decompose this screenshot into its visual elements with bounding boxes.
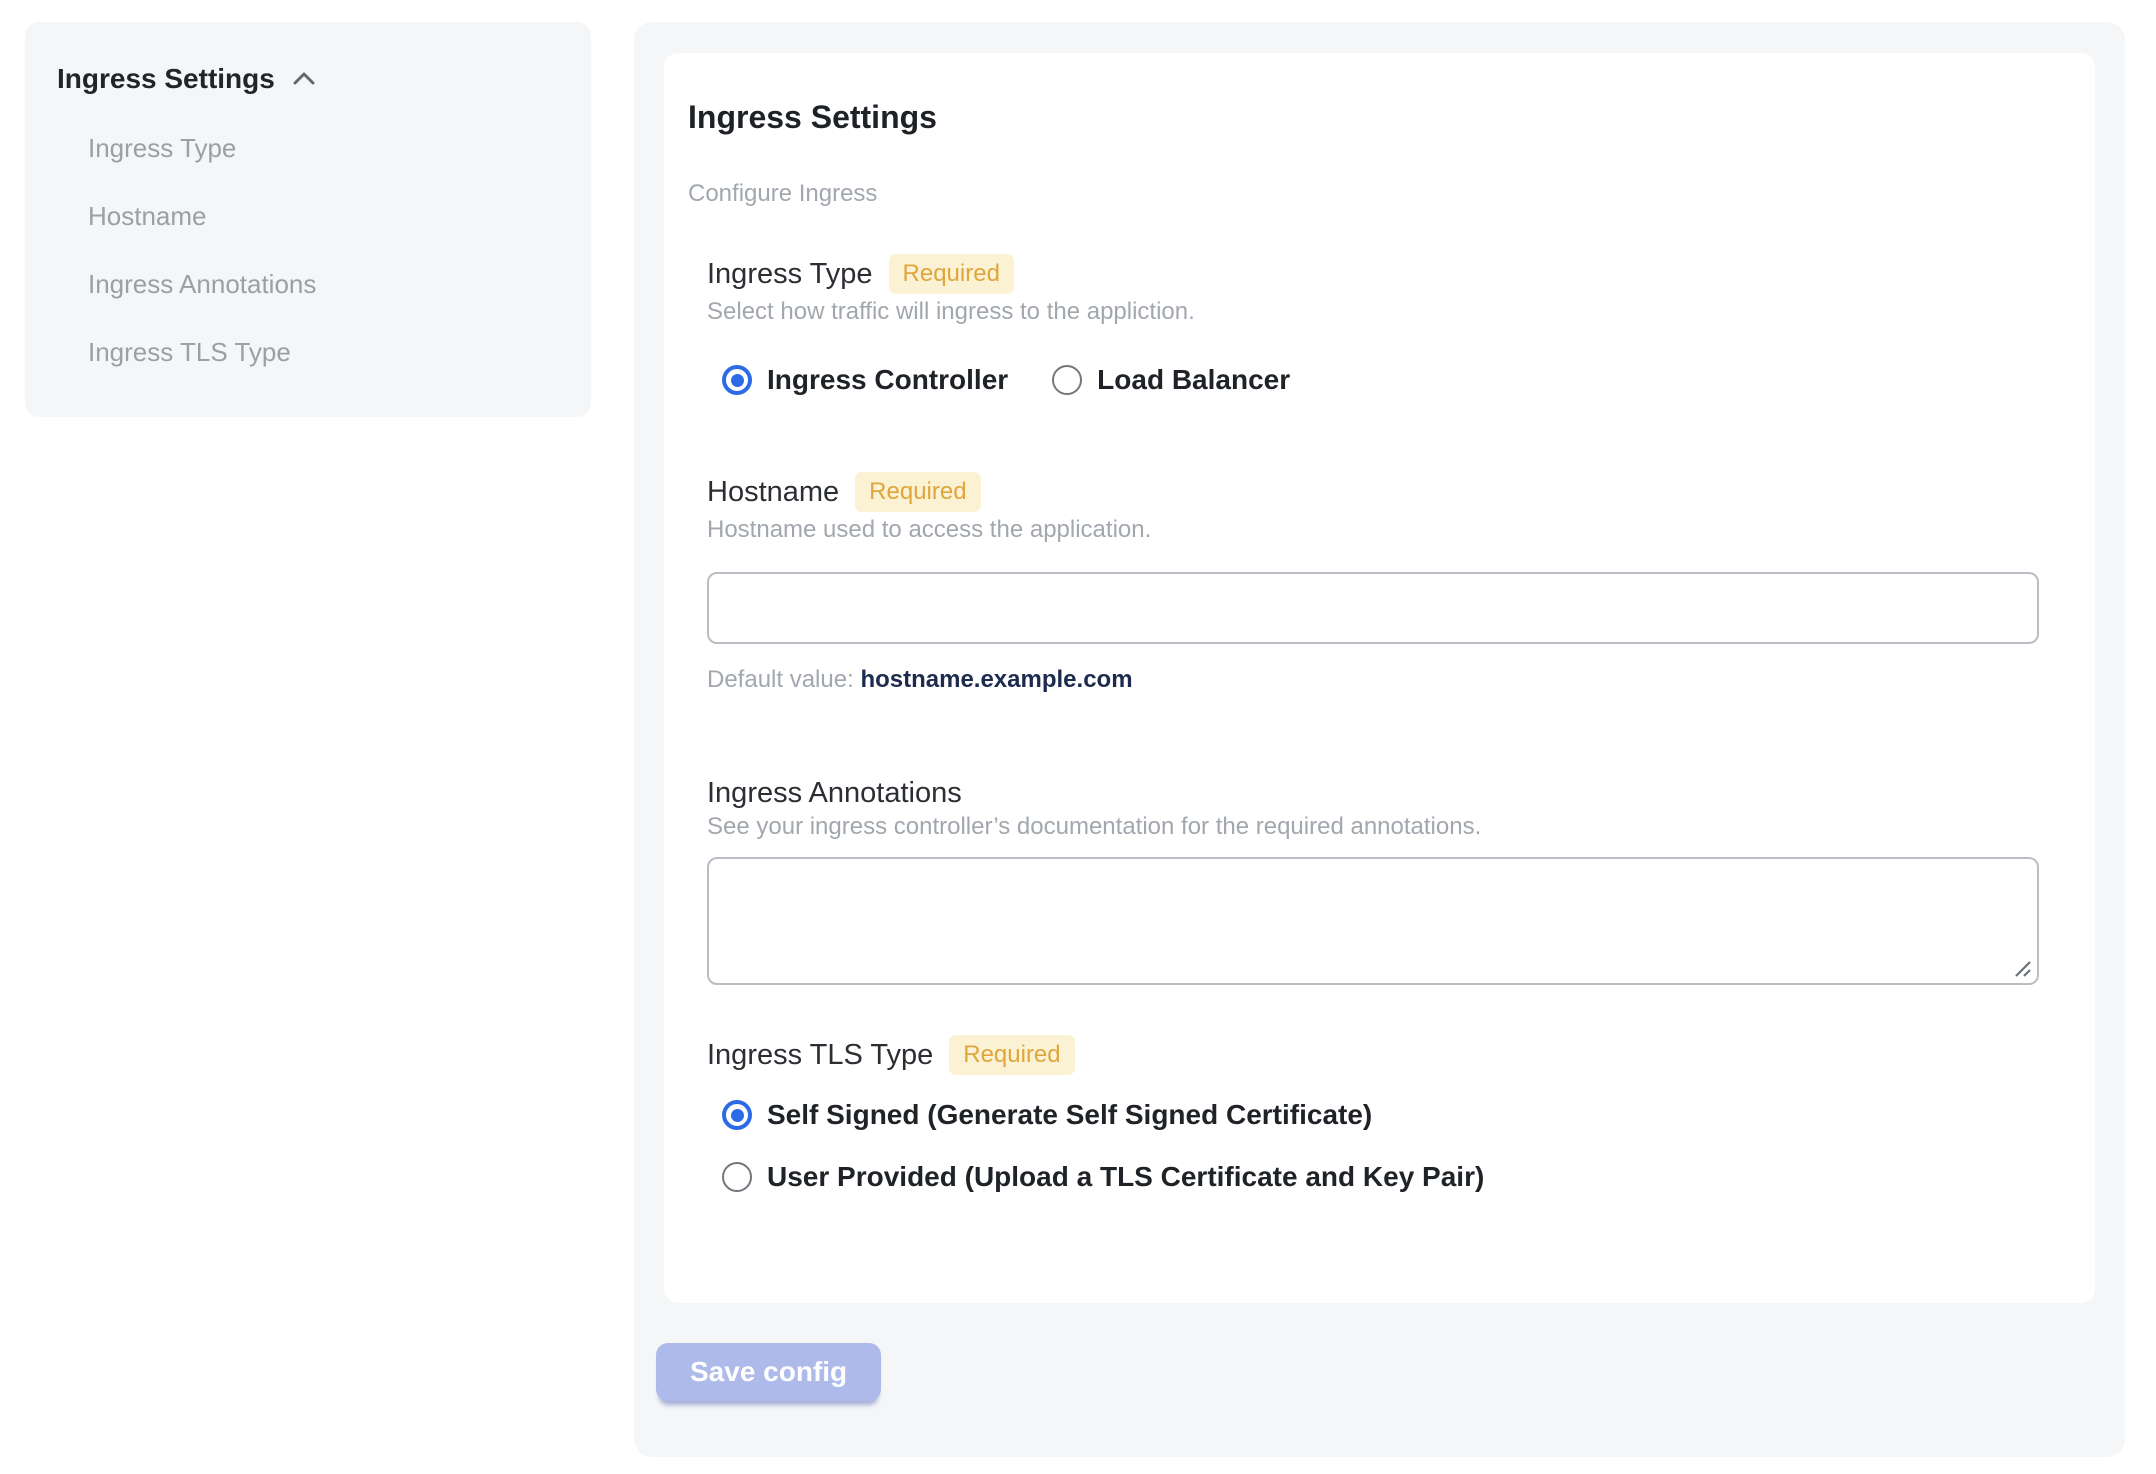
ingress-type-radio-group: Ingress Controller Load Balancer xyxy=(722,364,2059,396)
page-title: Ingress Settings xyxy=(688,99,937,135)
sidebar-item-hostname[interactable]: Hostname xyxy=(88,201,559,231)
hostname-label: Hostname xyxy=(707,476,840,508)
hostname-default-line: Default value: hostname.example.com xyxy=(707,666,2059,694)
sidebar-item-ingress-type[interactable]: Ingress Type xyxy=(88,133,559,163)
ingress-tls-type-radio-group: Self Signed (Generate Self Signed Certif… xyxy=(722,1099,2059,1193)
radio-load-balancer-label: Load Balancer xyxy=(1097,364,1291,395)
default-value-label: Default value: xyxy=(707,666,854,693)
ingress-type-label: Ingress Type xyxy=(707,258,873,290)
ingress-annotations-description: See your ingress controller’s documentat… xyxy=(707,813,1482,840)
hostname-input[interactable] xyxy=(707,572,2039,644)
hostname-description: Hostname used to access the application. xyxy=(707,516,1152,543)
section-ingress-type: Ingress Type Required Select how traffic… xyxy=(707,254,2059,396)
chevron-up-icon xyxy=(293,72,315,85)
radio-load-balancer[interactable]: Load Balancer xyxy=(1052,364,1290,396)
radio-ingress-controller-label: Ingress Controller xyxy=(767,364,1009,395)
ingress-settings-panel: Ingress Settings Configure Ingress Ingre… xyxy=(634,22,2125,1457)
radio-icon xyxy=(722,365,752,395)
radio-self-signed-label: Self Signed (Generate Self Signed Certif… xyxy=(767,1099,1373,1130)
ingress-type-description: Select how traffic will ingress to the a… xyxy=(707,298,1195,325)
required-badge: Required xyxy=(949,1035,1075,1075)
sidebar-item-ingress-tls-type[interactable]: Ingress TLS Type xyxy=(88,337,559,367)
resize-handle-icon[interactable] xyxy=(2011,957,2033,979)
section-ingress-tls-type: Ingress TLS Type Required Self Signed (G… xyxy=(707,1035,2059,1193)
radio-icon xyxy=(1052,365,1083,395)
radio-user-provided[interactable]: User Provided (Upload a TLS Certificate … xyxy=(722,1161,2059,1193)
page: Ingress Settings Ingress Type Hostname I… xyxy=(0,0,2156,1474)
ingress-settings-sidebar: Ingress Settings Ingress Type Hostname I… xyxy=(25,22,591,417)
sidebar-item-list: Ingress Type Hostname Ingress Annotation… xyxy=(88,133,559,367)
radio-self-signed[interactable]: Self Signed (Generate Self Signed Certif… xyxy=(722,1099,2059,1131)
radio-icon xyxy=(722,1162,752,1192)
sidebar-section-title: Ingress Settings xyxy=(57,63,275,94)
page-subtitle: Configure Ingress xyxy=(688,180,878,207)
section-hostname: Hostname Required Hostname used to acces… xyxy=(707,472,2059,694)
radio-icon xyxy=(722,1100,752,1130)
ingress-annotations-label: Ingress Annotations xyxy=(707,777,962,809)
default-value-text: hostname.example.com xyxy=(860,666,1133,693)
sidebar-section-toggle[interactable]: Ingress Settings xyxy=(57,62,559,96)
ingress-tls-type-label: Ingress TLS Type xyxy=(707,1039,934,1071)
ingress-annotations-textarea-wrap xyxy=(707,857,2039,985)
required-badge: Required xyxy=(855,472,981,512)
required-badge: Required xyxy=(888,254,1014,294)
sidebar-item-ingress-annotations[interactable]: Ingress Annotations xyxy=(88,269,559,299)
section-ingress-annotations: Ingress Annotations See your ingress con… xyxy=(707,777,2059,985)
radio-ingress-controller[interactable]: Ingress Controller xyxy=(722,364,1008,396)
ingress-annotations-textarea[interactable] xyxy=(707,857,2039,985)
radio-user-provided-label: User Provided (Upload a TLS Certificate … xyxy=(767,1161,1485,1192)
save-config-button[interactable]: Save config xyxy=(656,1343,882,1401)
ingress-settings-card: Ingress Settings Configure Ingress Ingre… xyxy=(664,53,2095,1303)
